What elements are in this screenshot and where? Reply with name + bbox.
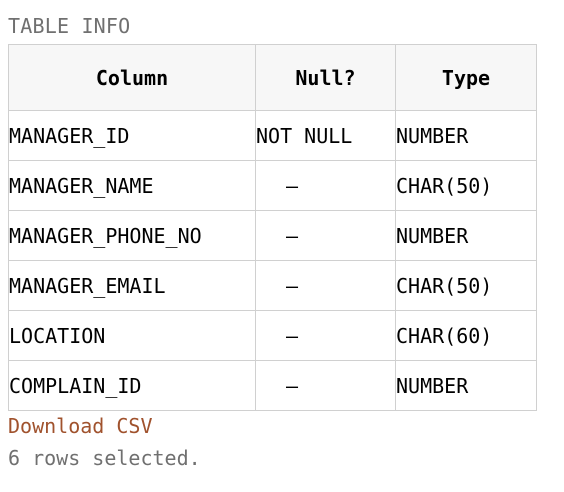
table-row: LOCATION – CHAR(60) bbox=[8, 310, 537, 361]
rows-selected-status: 6 rows selected. bbox=[8, 446, 201, 470]
cell-nullability: – bbox=[255, 360, 396, 411]
cell-nullability: – bbox=[255, 310, 396, 361]
cell-column-name: MANAGER_ID bbox=[8, 110, 256, 161]
cell-nullability: – bbox=[255, 160, 396, 211]
cell-nullability: – bbox=[255, 260, 396, 311]
download-csv-link[interactable]: Download CSV bbox=[8, 413, 153, 439]
cell-data-type: CHAR(50) bbox=[395, 160, 537, 211]
cell-data-type: NUMBER bbox=[395, 360, 537, 411]
table-row: COMPLAIN_ID – NUMBER bbox=[8, 360, 537, 411]
table-info: Column Null? Type MANAGER_ID NOT NULL NU… bbox=[8, 44, 537, 411]
cell-column-name: MANAGER_PHONE_NO bbox=[8, 210, 256, 261]
cell-data-type: CHAR(60) bbox=[395, 310, 537, 361]
cell-data-type: NUMBER bbox=[395, 210, 537, 261]
cell-nullability: NOT NULL bbox=[255, 110, 396, 161]
cell-column-name: LOCATION bbox=[8, 310, 256, 361]
cell-data-type: CHAR(50) bbox=[395, 260, 537, 311]
table-row: MANAGER_PHONE_NO – NUMBER bbox=[8, 210, 537, 261]
column-header-type: Type bbox=[395, 44, 537, 111]
section-title: TABLE INFO bbox=[8, 14, 131, 38]
column-header-null: Null? bbox=[255, 44, 396, 111]
cell-column-name: MANAGER_EMAIL bbox=[8, 260, 256, 311]
cell-column-name: MANAGER_NAME bbox=[8, 160, 256, 211]
table-header-row: Column Null? Type bbox=[8, 44, 537, 111]
cell-data-type: NUMBER bbox=[395, 110, 537, 161]
column-header-column: Column bbox=[8, 44, 256, 111]
cell-column-name: COMPLAIN_ID bbox=[8, 360, 256, 411]
table-row: MANAGER_EMAIL – CHAR(50) bbox=[8, 260, 537, 311]
table-row: MANAGER_NAME – CHAR(50) bbox=[8, 160, 537, 211]
table-row: MANAGER_ID NOT NULL NUMBER bbox=[8, 110, 537, 161]
cell-nullability: – bbox=[255, 210, 396, 261]
